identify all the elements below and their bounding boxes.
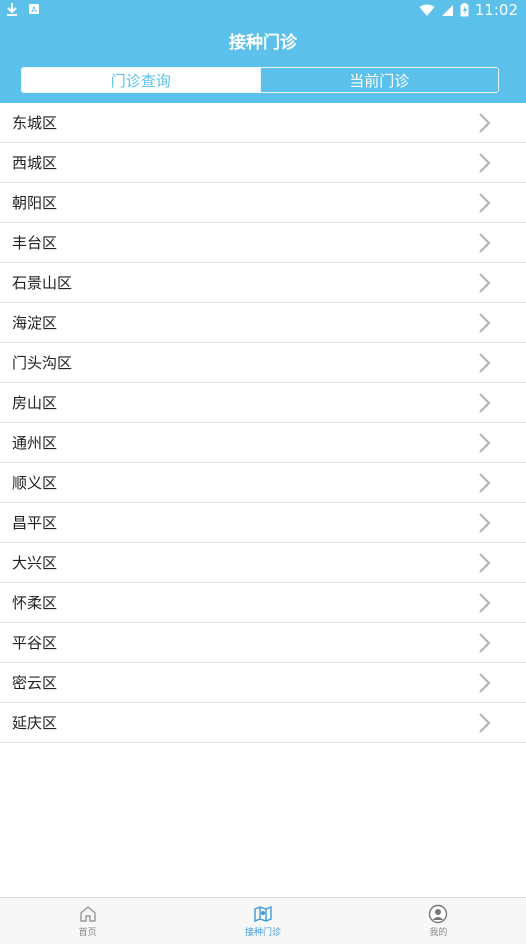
chevron-right-icon: [479, 512, 491, 533]
list-item[interactable]: 门头沟区: [0, 343, 526, 383]
district-label: 朝阳区: [12, 194, 58, 212]
district-label: 怀柔区: [12, 594, 58, 612]
nav-clinic[interactable]: 接种门诊: [175, 898, 350, 944]
signal-icon: [441, 4, 453, 16]
chevron-right-icon: [479, 112, 491, 133]
district-label: 密云区: [12, 674, 58, 692]
chevron-right-icon: [479, 312, 491, 333]
battery-icon: [460, 3, 469, 17]
list-item[interactable]: 朝阳区: [0, 183, 526, 223]
list-item[interactable]: 大兴区: [0, 543, 526, 583]
home-icon: [79, 906, 96, 922]
status-time: 11:02: [474, 1, 518, 19]
district-label: 门头沟区: [12, 354, 73, 372]
chevron-right-icon: [479, 152, 491, 173]
nav-home-label: 首页: [78, 928, 97, 938]
list-item[interactable]: 西城区: [0, 143, 526, 183]
download-icon: [7, 3, 17, 16]
chevron-right-icon: [479, 232, 491, 253]
district-label: 石景山区: [12, 274, 73, 292]
svg-text:A: A: [31, 6, 37, 15]
list-item[interactable]: 石景山区: [0, 263, 526, 303]
district-label: 通州区: [12, 434, 58, 452]
nav-home[interactable]: 首页: [0, 898, 175, 944]
district-label: 房山区: [12, 394, 58, 412]
chevron-right-icon: [479, 432, 491, 453]
district-list: 东城区西城区朝阳区丰台区石景山区海淀区门头沟区房山区通州区顺义区昌平区大兴区怀柔…: [0, 103, 526, 743]
chevron-right-icon: [479, 352, 491, 373]
chevron-right-icon: [479, 552, 491, 573]
list-item[interactable]: 东城区: [0, 103, 526, 143]
chevron-right-icon: [479, 472, 491, 493]
district-label: 顺义区: [12, 474, 58, 492]
tab-current-clinic[interactable]: 当前门诊: [259, 68, 498, 92]
district-label: 丰台区: [12, 234, 58, 252]
chevron-right-icon: [479, 712, 491, 733]
user-icon: [429, 904, 448, 924]
segmented-control: 门诊查询 当前门诊: [21, 67, 499, 93]
chevron-right-icon: [479, 592, 491, 613]
list-item[interactable]: 延庆区: [0, 703, 526, 743]
chevron-right-icon: [479, 672, 491, 693]
status-bar: A 11:02: [0, 0, 526, 20]
list-item[interactable]: 平谷区: [0, 623, 526, 663]
chevron-right-icon: [479, 392, 491, 413]
list-item[interactable]: 通州区: [0, 423, 526, 463]
tab-clinic-search[interactable]: 门诊查询: [22, 68, 260, 92]
chevron-right-icon: [479, 192, 491, 213]
district-label: 平谷区: [12, 634, 58, 652]
list-item[interactable]: 昌平区: [0, 503, 526, 543]
district-label: 昌平区: [12, 514, 58, 532]
page-title: 接种门诊: [229, 33, 297, 53]
nav-clinic-label: 接种门诊: [244, 928, 281, 938]
district-label: 西城区: [12, 154, 58, 172]
list-item[interactable]: 海淀区: [0, 303, 526, 343]
list-item[interactable]: 密云区: [0, 663, 526, 703]
list-item[interactable]: 怀柔区: [0, 583, 526, 623]
nav-mine-label: 我的: [429, 928, 448, 938]
district-label: 东城区: [12, 114, 58, 132]
bottom-nav: 首页 接种门诊 我的: [0, 897, 526, 944]
list-item[interactable]: 丰台区: [0, 223, 526, 263]
district-label: 延庆区: [12, 714, 58, 732]
wifi-icon: [419, 4, 435, 16]
list-item[interactable]: 顺义区: [0, 463, 526, 503]
android-icon: A: [29, 4, 39, 15]
header: 接种门诊 门诊查询 当前门诊: [0, 20, 526, 103]
chevron-right-icon: [479, 272, 491, 293]
district-label: 大兴区: [12, 554, 58, 572]
nav-mine[interactable]: 我的: [351, 898, 526, 944]
district-label: 海淀区: [12, 314, 58, 332]
chevron-right-icon: [479, 632, 491, 653]
map-icon: [254, 905, 272, 923]
list-item[interactable]: 房山区: [0, 383, 526, 423]
